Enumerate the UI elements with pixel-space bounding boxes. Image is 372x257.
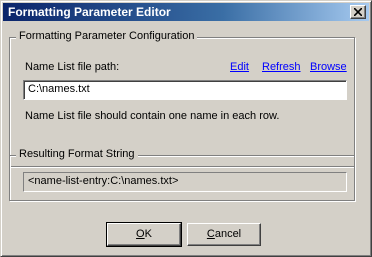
cancel-mnemonic: C xyxy=(206,228,215,240)
ok-button[interactable]: OK xyxy=(106,222,182,247)
cancel-button[interactable]: Cancel xyxy=(187,223,261,246)
file-path-input[interactable]: C:\names.txt xyxy=(23,80,347,100)
file-path-label: Name List file path: xyxy=(25,61,120,73)
config-group-caption: Formatting Parameter Configuration xyxy=(16,30,198,42)
refresh-link[interactable]: Refresh xyxy=(262,61,301,73)
result-group-caption: Resulting Format String xyxy=(16,148,138,160)
file-format-hint: Name List file should contain one name i… xyxy=(25,110,280,122)
close-button[interactable] xyxy=(350,5,366,19)
result-groupbox: Resulting Format String <name-list-entry… xyxy=(9,148,355,201)
title-bar[interactable]: Formatting Parameter Editor xyxy=(3,3,369,21)
cancel-label-rest: ancel xyxy=(214,228,242,240)
ok-mnemonic: O xyxy=(136,228,145,240)
edit-link[interactable]: Edit xyxy=(230,61,249,73)
dialog-window: Formatting Parameter Editor Formatting P… xyxy=(0,0,372,257)
ok-label-rest: K xyxy=(144,228,152,240)
format-string-output[interactable]: <name-list-entry:C:\names.txt> xyxy=(23,172,347,192)
browse-link[interactable]: Browse xyxy=(310,61,347,73)
close-icon xyxy=(354,8,362,16)
window-title: Formatting Parameter Editor xyxy=(8,5,171,19)
